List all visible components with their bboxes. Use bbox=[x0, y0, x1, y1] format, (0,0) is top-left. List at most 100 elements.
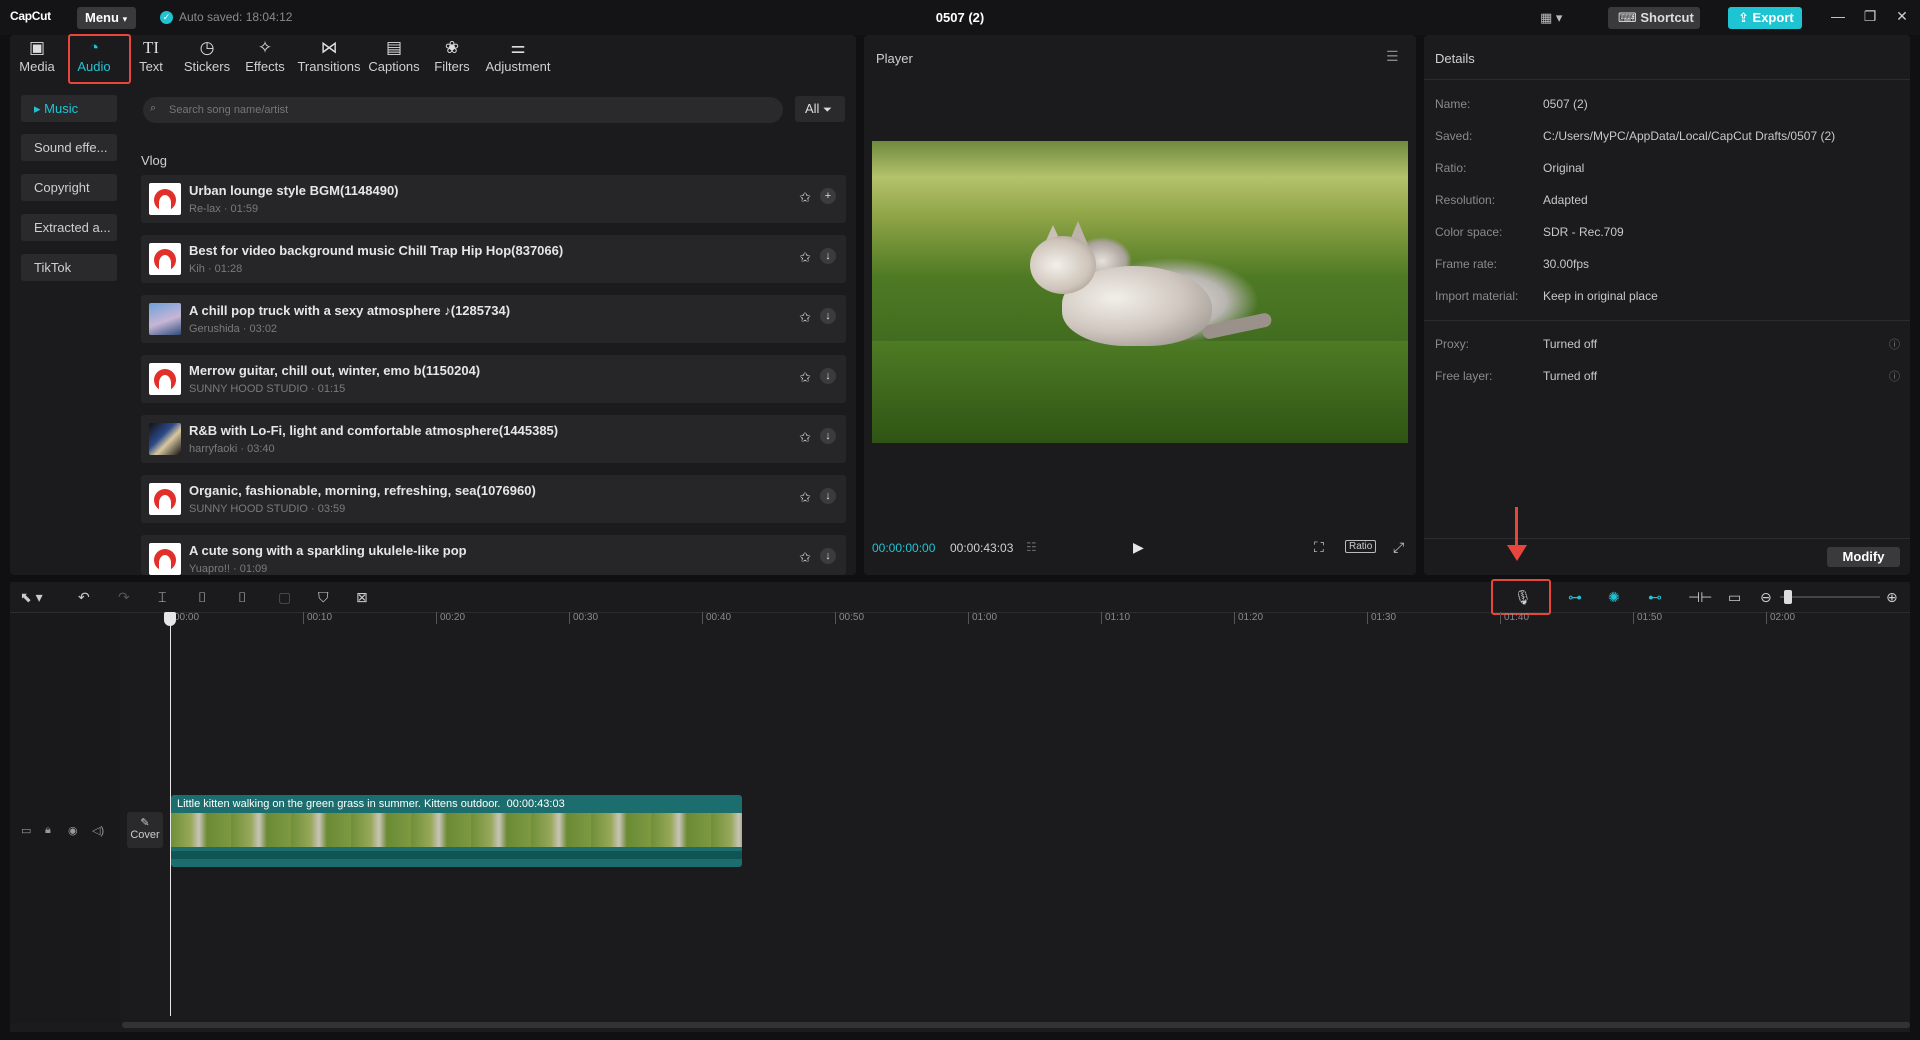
download-icon[interactable]: ↓ bbox=[820, 368, 836, 384]
detail-label: Proxy: bbox=[1435, 337, 1470, 351]
download-icon[interactable]: ↓ bbox=[820, 428, 836, 444]
song-thumbnail bbox=[149, 483, 181, 515]
zoom-slider-handle[interactable] bbox=[1784, 590, 1792, 604]
song-artist-duration: Kih · 01:28 bbox=[189, 263, 243, 275]
song-item[interactable]: A chill pop truck with a sexy atmosphere… bbox=[141, 295, 846, 343]
minimize-icon[interactable]: — bbox=[1828, 8, 1848, 24]
song-item[interactable]: Urban lounge style BGM(1148490) Re-lax ·… bbox=[141, 175, 846, 223]
info-icon[interactable]: ⓘ bbox=[1889, 368, 1900, 384]
sidebar-item-music[interactable]: ▸ Music bbox=[21, 95, 117, 122]
split-left-icon[interactable]: ⌷ bbox=[198, 589, 206, 606]
mark-icon[interactable]: ⛉ bbox=[318, 589, 329, 606]
ratio-button[interactable]: Ratio bbox=[1345, 540, 1377, 553]
thumbnail-icon[interactable]: ▭ bbox=[1728, 589, 1741, 606]
close-icon[interactable]: ✕ bbox=[1892, 8, 1912, 25]
song-item[interactable]: A cute song with a sparkling ukulele-lik… bbox=[141, 535, 846, 575]
favorite-icon[interactable]: ✩ bbox=[799, 429, 811, 446]
song-item[interactable]: Best for video background music Chill Tr… bbox=[141, 235, 846, 283]
divider bbox=[1424, 79, 1910, 80]
fullscreen-icon[interactable]: ⤢ bbox=[1393, 539, 1404, 556]
track-toggle-icon[interactable]: ▭ bbox=[21, 824, 31, 837]
song-artist-duration: SUNNY HOOD STUDIO · 01:15 bbox=[189, 383, 346, 395]
section-label: Vlog bbox=[141, 153, 168, 168]
layout-icon[interactable]: ▦ ▾ bbox=[1540, 10, 1562, 26]
tab-text[interactable]: TI Text bbox=[122, 37, 180, 81]
favorite-icon[interactable]: ✩ bbox=[799, 369, 811, 386]
add-icon[interactable]: + bbox=[820, 188, 836, 204]
search-icon: ⌕ bbox=[150, 102, 157, 114]
menu-button[interactable]: Menu ▾ bbox=[77, 7, 136, 29]
details-title: Details bbox=[1435, 51, 1475, 66]
song-item[interactable]: Merrow guitar, chill out, winter, emo b(… bbox=[141, 355, 846, 403]
grid-icon[interactable]: ☷ bbox=[1026, 540, 1037, 554]
video-clip[interactable]: Little kitten walking on the green grass… bbox=[171, 795, 742, 867]
tab-filters[interactable]: ❀ Filters bbox=[423, 37, 481, 81]
fit-screen-icon[interactable]: ⛶ bbox=[1314, 539, 1324, 556]
restore-icon[interactable]: ❐ bbox=[1860, 8, 1880, 25]
info-icon[interactable]: ⓘ bbox=[1889, 336, 1900, 352]
song-title: Organic, fashionable, morning, refreshin… bbox=[189, 483, 536, 498]
tab-effects[interactable]: ✧ Effects bbox=[236, 37, 294, 81]
download-icon[interactable]: ↓ bbox=[820, 248, 836, 264]
zoom-slider[interactable] bbox=[1780, 596, 1880, 598]
crop-icon[interactable]: ⊠ bbox=[356, 589, 368, 606]
auto-snap-icon[interactable]: ✺ bbox=[1608, 589, 1620, 606]
linkage-icon[interactable]: ⊷ bbox=[1648, 589, 1662, 606]
microphone-icon[interactable]: 🎙 bbox=[1514, 589, 1532, 606]
timeline-scrollbar[interactable] bbox=[122, 1022, 1910, 1028]
clip-duration: 00:00:43:03 bbox=[506, 798, 565, 810]
main-track-magnet-icon[interactable]: ⊶ bbox=[1568, 589, 1582, 606]
song-item[interactable]: Organic, fashionable, morning, refreshin… bbox=[141, 475, 846, 523]
sidebar-item-copyright[interactable]: Copyright bbox=[21, 174, 117, 201]
sidebar-item-tiktok[interactable]: TikTok bbox=[21, 254, 117, 281]
preview-axis-icon[interactable]: ⊣⊢ bbox=[1688, 589, 1712, 606]
favorite-icon[interactable]: ✩ bbox=[799, 309, 811, 326]
favorite-icon[interactable]: ✩ bbox=[799, 249, 811, 266]
favorite-icon[interactable]: ✩ bbox=[799, 189, 811, 206]
download-icon[interactable]: ↓ bbox=[820, 308, 836, 324]
shortcut-button[interactable]: ⌨ Shortcut bbox=[1608, 7, 1700, 29]
lock-icon[interactable]: 🔒︎ bbox=[45, 824, 51, 837]
search-input[interactable] bbox=[143, 97, 783, 123]
redo-icon[interactable]: ↷ bbox=[118, 589, 130, 606]
playhead[interactable] bbox=[170, 616, 171, 1016]
zoom-in-icon[interactable]: ⊕ bbox=[1886, 589, 1898, 606]
play-icon[interactable]: ▶ bbox=[1133, 539, 1144, 556]
song-artist-duration: Gerushida · 03:02 bbox=[189, 323, 278, 335]
download-icon[interactable]: ↓ bbox=[820, 548, 836, 564]
filter-all-button[interactable]: All ⏷ bbox=[795, 96, 845, 122]
export-button[interactable]: ⇪ Export bbox=[1728, 7, 1802, 29]
detail-label: Saved: bbox=[1435, 129, 1473, 143]
eye-icon[interactable]: ◉ bbox=[68, 824, 78, 837]
tab-adjustment[interactable]: ⚌ Adjustment bbox=[482, 37, 554, 81]
split-icon[interactable]: ⌶ bbox=[158, 589, 166, 606]
modify-button[interactable]: Modify bbox=[1827, 547, 1900, 567]
stickers-icon: ◷ bbox=[199, 38, 215, 57]
autosave-text: Auto saved: 18:04:12 bbox=[179, 10, 293, 24]
cover-button[interactable]: ✎ Cover bbox=[127, 812, 163, 848]
zoom-out-icon[interactable]: ⊖ bbox=[1760, 589, 1772, 606]
video-preview[interactable] bbox=[872, 141, 1408, 443]
tab-media[interactable]: ▣ Media bbox=[8, 37, 66, 81]
clip-audio-bar bbox=[171, 851, 742, 859]
favorite-icon[interactable]: ✩ bbox=[799, 549, 811, 566]
detail-label: Ratio: bbox=[1435, 161, 1467, 175]
download-icon[interactable]: ↓ bbox=[820, 488, 836, 504]
song-artist-duration: Re-lax · 01:59 bbox=[189, 203, 259, 215]
delete-icon[interactable]: ▢ bbox=[278, 589, 291, 606]
detail-value: SDR - Rec.709 bbox=[1543, 225, 1624, 239]
tab-stickers[interactable]: ◷ Stickers bbox=[178, 37, 236, 81]
song-item[interactable]: R&B with Lo-Fi, light and comfortable at… bbox=[141, 415, 846, 463]
undo-icon[interactable]: ↶ bbox=[78, 589, 90, 606]
volume-icon[interactable]: ◁) bbox=[92, 824, 104, 837]
ruler-tick: 01:00 bbox=[968, 612, 997, 624]
split-right-icon[interactable]: ⌷ bbox=[238, 589, 246, 606]
sidebar-item-sound-effects[interactable]: Sound effe... bbox=[21, 134, 117, 161]
player-menu-icon[interactable]: ☰ bbox=[1386, 48, 1399, 65]
sidebar-item-extracted-audio[interactable]: Extracted a... bbox=[21, 214, 117, 241]
tab-captions[interactable]: ▤ Captions bbox=[365, 37, 423, 81]
tab-transitions[interactable]: ⋈ Transitions bbox=[295, 37, 363, 81]
select-tool-icon[interactable]: ⬉ ▾ bbox=[20, 589, 43, 606]
favorite-icon[interactable]: ✩ bbox=[799, 489, 811, 506]
song-title: Urban lounge style BGM(1148490) bbox=[189, 183, 399, 198]
